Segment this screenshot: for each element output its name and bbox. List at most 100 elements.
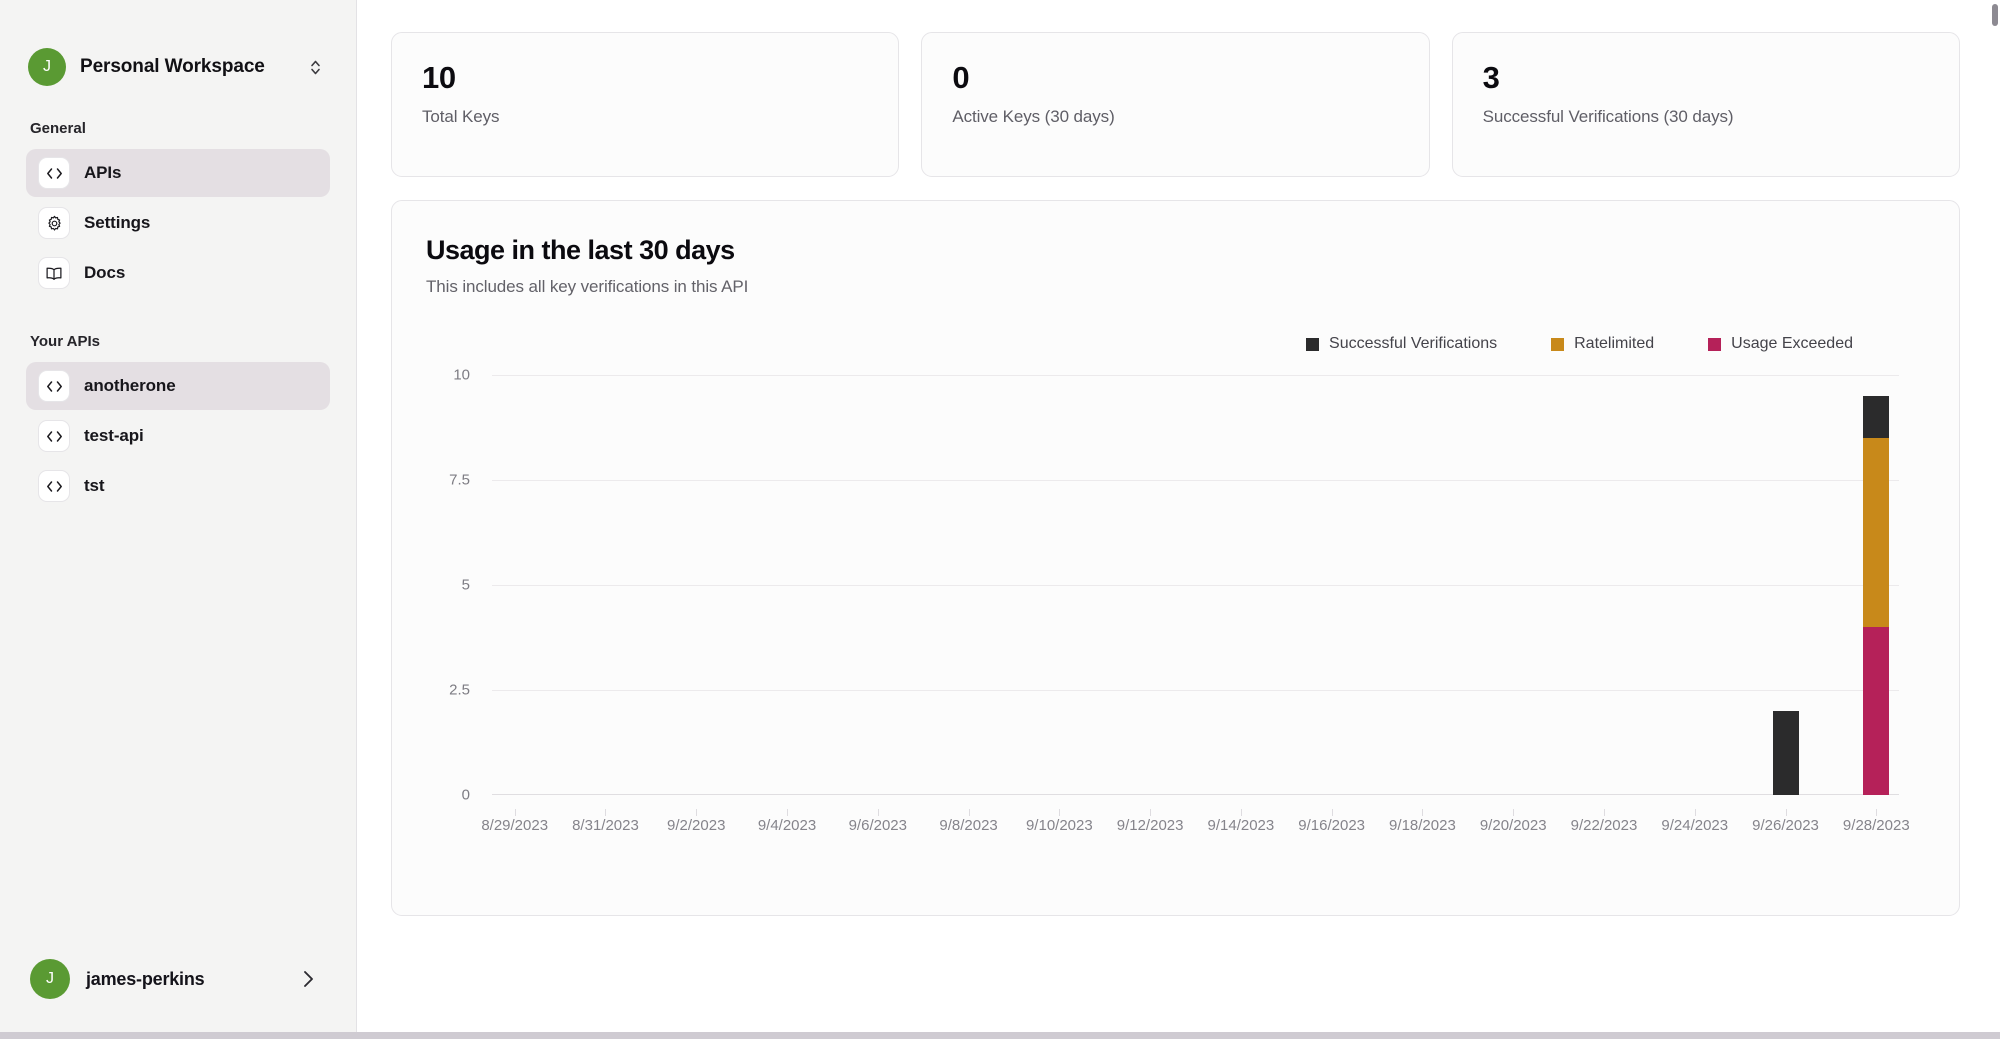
user-menu-button[interactable]: J james-perkins [0, 959, 356, 1039]
bar-segment [1772, 711, 1799, 795]
chevron-right-icon[interactable] [303, 970, 328, 988]
app-window: J Personal Workspace General APIs Settin… [0, 0, 2000, 1039]
code-brackets-icon [38, 470, 70, 502]
sidebar-nav-general: APIs Settings Docs [0, 149, 356, 299]
sidebar-section-general: General [30, 120, 86, 137]
stat-value: 10 [422, 60, 456, 95]
legend-label: Usage Exceeded [1731, 335, 1853, 352]
sidebar-item-test-api[interactable]: test-api [26, 412, 330, 460]
x-axis-tick-label: 8/31/2023 [572, 817, 639, 834]
sidebar-item-label: test-api [84, 426, 144, 445]
chevron-up-down-icon[interactable] [309, 58, 328, 77]
x-axis-tick-label: 9/24/2023 [1661, 817, 1729, 834]
workspace-name: Personal Workspace [80, 56, 265, 77]
stat-cards-row: 10 Total Keys 0 Active Keys (30 days) 3 … [391, 32, 1960, 177]
x-axis: 8/29/2023 8/31/2023 9/2/2023 9/4/2023 9/6/20… [481, 809, 1910, 847]
x-axis-tick-label: 9/22/2023 [1570, 817, 1638, 834]
code-brackets-icon [38, 420, 70, 452]
workspace-switcher[interactable]: J Personal Workspace [0, 0, 356, 86]
y-axis-tick-label: 0 [461, 786, 470, 804]
sidebar-item-label: anotherone [84, 376, 176, 395]
bar-column[interactable] [1863, 396, 1890, 795]
x-axis-tick-label: 9/28/2023 [1842, 817, 1910, 834]
stat-card-total-keys: 10 Total Keys [391, 32, 900, 177]
x-axis-tick-label: 9/20/2023 [1479, 817, 1547, 834]
stat-label: Successful Verifications (30 days) [1482, 107, 1734, 127]
sidebar-item-label: APIs [84, 163, 122, 182]
chart-title: Usage in the last 30 days [426, 235, 735, 265]
code-brackets-icon [38, 370, 70, 402]
bar-segment [1863, 396, 1890, 438]
x-axis-tick-label: 9/12/2023 [1116, 817, 1184, 834]
x-axis-tick-label: 9/4/2023 [757, 817, 817, 834]
legend-item[interactable]: Usage Exceeded [1708, 335, 1853, 353]
sidebar: J Personal Workspace General APIs Settin… [0, 0, 357, 1039]
bar-segment [1863, 627, 1890, 795]
x-axis-tick-mark [1785, 809, 1787, 816]
x-axis-tick-mark [1513, 809, 1515, 816]
workspace-avatar: J [28, 48, 66, 86]
sidebar-item-anotherone[interactable]: anotherone [26, 362, 330, 410]
x-axis-tick-label: 9/10/2023 [1025, 817, 1093, 834]
plot-area [492, 375, 1899, 795]
code-brackets-icon [38, 157, 70, 189]
x-axis-tick-mark [514, 809, 516, 816]
stat-label: Active Keys (30 days) [952, 107, 1115, 127]
x-axis-tick-mark [877, 809, 879, 816]
sidebar-section-your-apis: Your APIs [30, 333, 101, 350]
legend-swatch-icon [1306, 337, 1320, 351]
sidebar-item-settings[interactable]: Settings [26, 199, 330, 247]
x-axis-tick-label: 9/18/2023 [1389, 817, 1456, 834]
legend-item[interactable]: Successful Verifications [1306, 335, 1497, 353]
x-axis-tick-label: 9/26/2023 [1752, 817, 1819, 834]
book-icon [38, 257, 70, 289]
bar-segment [1863, 438, 1890, 627]
y-axis-tick-label: 5 [461, 576, 470, 594]
x-axis-tick-label: 9/8/2023 [939, 817, 998, 834]
sidebar-item-tst[interactable]: tst [26, 462, 330, 510]
sidebar-nav-apis: anotherone test-api tst [0, 362, 356, 512]
bar-series [492, 375, 1899, 795]
user-name: james-perkins [86, 968, 205, 989]
x-axis-tick-label: 9/2/2023 [667, 817, 726, 834]
sidebar-item-apis[interactable]: APIs [26, 149, 330, 197]
y-axis-tick-label: 7.5 [449, 471, 470, 489]
bar-column[interactable] [1772, 711, 1799, 795]
chart-legend: Successful Verifications Ratelimited Usage… [426, 335, 1925, 353]
x-axis-tick-mark [1876, 809, 1878, 816]
legend-item[interactable]: Ratelimited [1551, 335, 1654, 353]
legend-label: Successful Verifications [1329, 335, 1498, 352]
stat-label: Total Keys [422, 107, 500, 127]
legend-swatch-icon [1551, 337, 1565, 351]
window-bottom-edge [0, 1032, 2000, 1039]
y-axis-tick-label: 2.5 [449, 681, 470, 699]
sidebar-item-label: Settings [84, 213, 151, 232]
main-content: 10 Total Keys 0 Active Keys (30 days) 3 … [357, 0, 2000, 1039]
x-axis-tick-mark [1422, 809, 1424, 816]
avatar: J [30, 959, 70, 999]
sidebar-item-docs[interactable]: Docs [26, 249, 330, 297]
stat-value: 0 [952, 60, 970, 95]
usage-chart-panel: Usage in the last 30 days This includes … [391, 200, 1960, 916]
x-axis-tick-label: 8/29/2023 [481, 817, 549, 834]
x-axis-tick-label: 9/14/2023 [1207, 817, 1275, 834]
vertical-scrollbar[interactable] [1992, 4, 1998, 26]
x-axis-tick-mark [1150, 809, 1152, 816]
sidebar-item-label: tst [84, 476, 105, 495]
chart-subtitle: This includes all key verifications in t… [426, 277, 749, 296]
x-axis-tick-mark [1240, 809, 1242, 816]
stat-card-active-keys: 0 Active Keys (30 days) [921, 32, 1430, 177]
legend-swatch-icon [1708, 337, 1722, 351]
x-axis-tick-mark [1694, 809, 1696, 816]
sidebar-item-label: Docs [84, 263, 126, 282]
y-axis-tick-label: 10 [453, 366, 470, 384]
gear-icon [38, 207, 70, 239]
chart-plot: 0 2.5 5 7.5 10 8/29/2023 8/31/2023 9/2/2023 9/4… [426, 367, 1925, 835]
x-axis-tick-mark [605, 809, 607, 816]
x-axis-tick-label: 9/6/2023 [848, 817, 907, 834]
x-axis-tick-mark [787, 809, 789, 816]
x-axis-tick-mark [1059, 809, 1061, 816]
stat-value: 3 [1482, 60, 1500, 95]
x-axis-tick-mark [1331, 809, 1333, 816]
x-axis-tick-mark [968, 809, 970, 816]
